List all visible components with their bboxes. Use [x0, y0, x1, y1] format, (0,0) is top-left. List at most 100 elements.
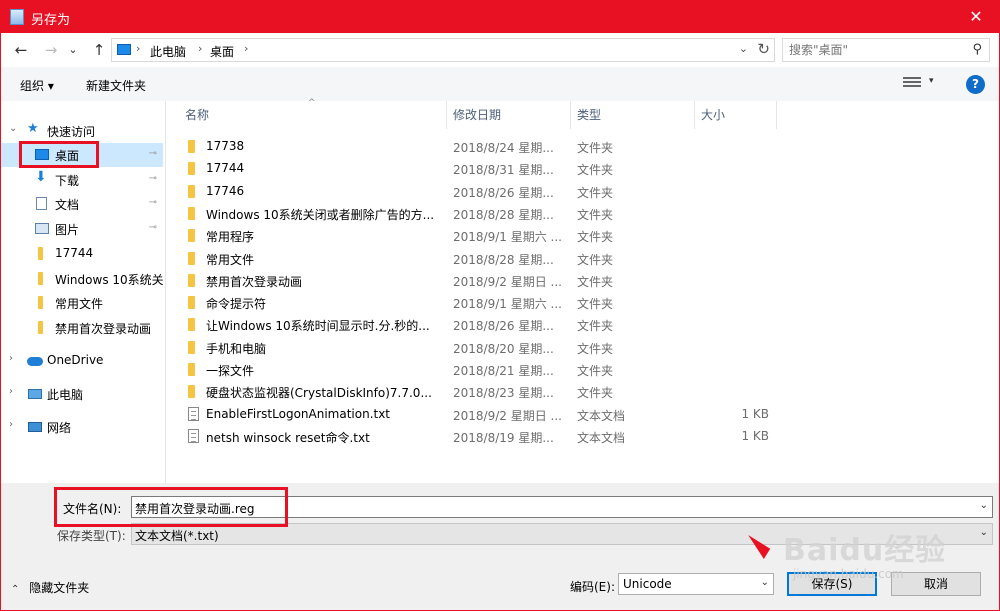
sidebar-item-label: 17744 — [55, 246, 94, 260]
filetype-label: 保存类型(T): — [57, 529, 126, 543]
folder-icon — [188, 206, 195, 220]
filename-field[interactable]: 禁用首次登录动画.reg ⌄ — [131, 496, 993, 518]
file-date: 2018/8/24 星期... — [453, 141, 554, 155]
breadcrumb-chevron-icon[interactable]: › — [244, 42, 248, 55]
sidebar-item-desktop[interactable]: 桌面 ⊸ — [1, 143, 163, 167]
sidebar-item-this-pc[interactable]: › 此电脑 — [1, 382, 163, 406]
file-date: 2018/9/2 星期日 ... — [453, 274, 562, 289]
table-row[interactable]: EnableFirstLogonAnimation.txt 2018/9/2 星期… — [167, 403, 999, 425]
expand-chevron-icon[interactable]: › — [9, 386, 13, 397]
breadcrumb-chevron-icon[interactable]: › — [198, 42, 202, 55]
expand-chevron-icon[interactable]: ⌄ — [9, 123, 17, 134]
table-row[interactable]: 常用程序 2018/9/1 星期六 ... 文件夹 — [167, 224, 999, 246]
sidebar-item-downloads[interactable]: ⬇ 下载 ⊸ — [1, 168, 163, 192]
sidebar-item-label: 网络 — [47, 421, 72, 435]
sidebar-item-folder-17744[interactable]: 17744 — [1, 242, 163, 266]
view-options-icon[interactable] — [903, 77, 921, 89]
filename-dropdown-icon[interactable]: ⌄ — [980, 500, 988, 511]
sidebar-item-label: 此电脑 — [47, 388, 84, 402]
star-icon: ★ — [27, 121, 39, 136]
up-arrow-icon[interactable]: ↑ — [89, 40, 109, 60]
search-input[interactable] — [789, 40, 959, 60]
file-name: 让Windows 10系统时间显示时.分.秒的... — [206, 319, 430, 334]
folder-icon — [38, 321, 43, 334]
file-type: 文件夹 — [577, 163, 614, 178]
this-pc-icon — [117, 44, 131, 55]
breadcrumb-this-pc[interactable]: 此电脑 — [150, 43, 186, 60]
sidebar-item-onedrive[interactable]: › OneDrive — [1, 349, 163, 373]
collapse-chevron-icon: ⌃ — [11, 584, 20, 595]
sidebar-item-pictures[interactable]: 图片 ⊸ — [1, 217, 163, 241]
sidebar-item-quick-access[interactable]: ⌄ ★ 快速访问 — [1, 119, 163, 143]
sidebar-item-label: 快速访问 — [47, 125, 96, 139]
document-icon — [36, 197, 47, 210]
file-name: 17746 — [206, 183, 245, 198]
sidebar-item-folder-common-files[interactable]: 常用文件 — [1, 291, 163, 315]
search-box[interactable]: ⚲ — [782, 38, 990, 62]
help-icon[interactable]: ? — [966, 75, 985, 94]
table-row[interactable]: Windows 10系统关闭或者删除广告的方... 2018/8/28 星期...… — [167, 202, 999, 224]
table-row[interactable]: 一探文件 2018/8/21 星期... 文件夹 — [167, 358, 999, 380]
table-row[interactable]: 让Windows 10系统时间显示时.分.秒的... 2018/8/26 星期..… — [167, 313, 999, 335]
new-folder-button[interactable]: 新建文件夹 — [86, 77, 146, 94]
breadcrumb-chevron-icon[interactable]: › — [136, 42, 140, 55]
address-bar[interactable]: › 此电脑 › 桌面 › ⌄ ↻ — [111, 38, 775, 62]
file-name: Windows 10系统关闭或者删除广告的方... — [206, 207, 435, 222]
file-type: 文件夹 — [577, 274, 614, 289]
file-date: 2018/8/31 星期... — [453, 163, 554, 178]
computer-icon — [28, 389, 42, 399]
save-options-panel: 文件名(N): 禁用首次登录动画.reg ⌄ 保存类型(T): 文本文档(*.t… — [1, 483, 999, 610]
table-row[interactable]: 17744 2018/8/31 星期... 文件夹 — [167, 157, 999, 179]
folder-icon — [188, 251, 195, 265]
sidebar-item-network[interactable]: › 网络 — [1, 415, 163, 439]
folder-icon — [38, 272, 43, 285]
hide-folders-toggle[interactable]: ⌃ 隐藏文件夹 — [11, 579, 89, 596]
file-date: 2018/8/23 星期... — [453, 386, 554, 401]
cancel-button[interactable]: 取消 — [891, 572, 981, 596]
file-type: 文件夹 — [577, 297, 614, 312]
view-dropdown-icon[interactable]: ▾ — [929, 76, 934, 86]
column-header-date[interactable]: 修改日期 — [447, 101, 571, 129]
sidebar-item-folder-disable-logon-animation[interactable]: 禁用首次登录动画 — [1, 316, 163, 340]
filetype-select[interactable]: 文本文档(*.txt) ⌄ — [131, 523, 993, 545]
file-date: 2018/8/19 星期... — [453, 430, 554, 445]
encoding-dropdown-icon[interactable]: ⌄ — [761, 577, 769, 588]
forward-arrow-icon[interactable]: → — [41, 40, 61, 60]
sidebar-item-folder-windows10[interactable]: Windows 10系统关 — [1, 267, 163, 291]
save-button[interactable]: 保存(S) — [787, 572, 877, 596]
table-row[interactable]: 17746 2018/8/26 星期... 文件夹 — [167, 180, 999, 202]
file-name: 禁用首次登录动画 — [206, 274, 303, 289]
file-date: 2018/9/1 星期六 ... — [453, 297, 562, 312]
pin-icon: ⊸ — [148, 197, 157, 208]
table-row[interactable]: 手机和电脑 2018/8/20 星期... 文件夹 — [167, 336, 999, 358]
file-name: 一探文件 — [206, 364, 255, 378]
expand-chevron-icon[interactable]: › — [9, 353, 13, 364]
address-dropdown-icon[interactable]: ⌄ — [739, 42, 748, 55]
table-row[interactable]: 命令提示符 2018/9/1 星期六 ... 文件夹 — [167, 291, 999, 313]
filetype-dropdown-icon[interactable]: ⌄ — [980, 527, 988, 538]
encoding-select[interactable]: Unicode ⌄ — [618, 573, 774, 595]
back-arrow-icon[interactable]: ← — [11, 40, 31, 60]
column-header-type[interactable]: 类型 — [571, 101, 695, 129]
search-icon[interactable]: ⚲ — [972, 42, 982, 57]
table-row[interactable]: netsh winsock reset命令.txt 2018/8/19 星期...… — [167, 425, 999, 447]
refresh-icon[interactable]: ↻ — [757, 40, 770, 58]
organize-menu[interactable]: 组织 ▾ — [20, 77, 54, 94]
column-header-name[interactable]: 名称 — [179, 101, 447, 129]
expand-chevron-icon[interactable]: › — [9, 419, 13, 430]
folder-icon — [188, 273, 195, 287]
folder-icon — [38, 247, 43, 260]
close-button[interactable]: ✕ — [953, 1, 999, 33]
recent-locations-icon[interactable]: ⌄ — [63, 40, 83, 60]
sidebar-item-label: 文档 — [55, 198, 80, 212]
table-row[interactable]: 17738 2018/8/24 星期... 文件夹 — [167, 135, 999, 157]
sidebar-item-documents[interactable]: 文档 ⊸ — [1, 192, 163, 216]
file-name: 17738 — [206, 139, 245, 153]
folder-icon — [188, 296, 195, 310]
column-header-size[interactable]: 大小 — [695, 101, 777, 129]
breadcrumb-desktop[interactable]: 桌面 — [210, 43, 234, 60]
filename-value[interactable]: 禁用首次登录动画.reg — [135, 500, 255, 517]
table-row[interactable]: 常用文件 2018/8/28 星期... 文件夹 — [167, 247, 999, 269]
table-row[interactable]: 硬盘状态监视器(CrystalDiskInfo)7.7.0... 2018/8/2… — [167, 380, 999, 402]
table-row[interactable]: 禁用首次登录动画 2018/9/2 星期日 ... 文件夹 — [167, 269, 999, 291]
